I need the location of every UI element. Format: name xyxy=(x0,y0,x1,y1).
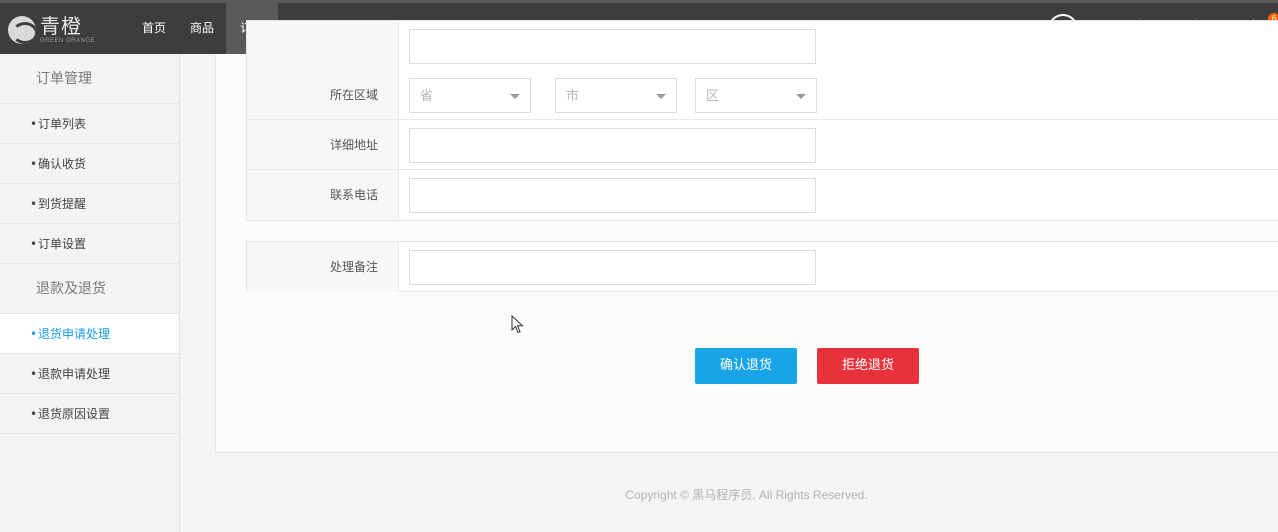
nav-item-home[interactable]: 首页 xyxy=(130,3,178,54)
chevron-down-icon xyxy=(796,94,806,99)
address-input[interactable] xyxy=(409,128,816,163)
logo-en: GREEN ORANGE xyxy=(40,38,96,44)
sidebar-item-return-reasons[interactable]: 退货原因设置 xyxy=(0,394,179,434)
reject-return-button[interactable]: 拒绝退货 xyxy=(817,348,919,384)
form-block-remark: 处理备注 xyxy=(246,241,1278,292)
province-placeholder: 省 xyxy=(420,88,434,103)
form-row-phone: 联系电话 xyxy=(247,170,1278,220)
copyright-text: Copyright © 黑马程序员, All Rights Reserved. xyxy=(625,488,868,502)
sidebar-item-label: 退货申请处理 xyxy=(38,327,111,341)
address-field xyxy=(399,120,1278,169)
sidebar-item-order-list[interactable]: 订单列表 xyxy=(0,104,179,144)
form-row-region: 所在区域 省 市 区 xyxy=(247,70,1278,120)
form-label-partial xyxy=(247,21,399,71)
region-label: 所在区域 xyxy=(247,70,399,119)
sidebar-item-label: 订单设置 xyxy=(38,237,87,251)
sidebar-item-label: 确认收货 xyxy=(38,157,87,171)
sidebar: 订单管理 订单列表 确认收货 到货提醒 订单设置 退款及退货 退货申请处理 退款… xyxy=(0,54,180,532)
form-block-address xyxy=(246,20,1278,71)
sidebar-item-return-requests[interactable]: 退货申请处理 xyxy=(0,314,179,354)
sidebar-item-confirm-receipt[interactable]: 确认收货 xyxy=(0,144,179,184)
region-field: 省 市 区 xyxy=(399,70,1278,119)
remark-input[interactable] xyxy=(409,250,816,285)
sidebar-item-label: 到货提醒 xyxy=(38,197,87,211)
city-select[interactable]: 市 xyxy=(555,78,677,113)
form-row-address: 详细地址 xyxy=(247,120,1278,170)
partial-input[interactable] xyxy=(409,29,816,64)
address-label: 详细地址 xyxy=(247,120,399,169)
form-row-remark: 处理备注 xyxy=(247,242,1278,292)
logo-cn: 青橙 xyxy=(40,14,82,38)
district-placeholder: 区 xyxy=(706,88,720,103)
sidebar-group-order-management[interactable]: 订单管理 xyxy=(0,54,179,104)
nav-item-goods[interactable]: 商品 xyxy=(178,3,226,54)
content-panel: 所在区域 省 市 区 详细地址 联系电话 处理备注 确认退货 拒绝退货 xyxy=(215,20,1278,454)
phone-field xyxy=(399,170,1278,220)
sidebar-group-refund-return[interactable]: 退款及退货 xyxy=(0,264,179,314)
form-row-partial xyxy=(247,21,1278,71)
chevron-down-icon xyxy=(510,94,520,99)
confirm-return-button[interactable]: 确认退货 xyxy=(695,348,797,384)
district-select[interactable]: 区 xyxy=(695,78,817,113)
remark-label: 处理备注 xyxy=(247,242,399,292)
phone-input[interactable] xyxy=(409,178,816,213)
form-block-contact: 所在区域 省 市 区 详细地址 联系电话 xyxy=(246,70,1278,221)
sidebar-item-refund-requests[interactable]: 退款申请处理 xyxy=(0,354,179,394)
form-field-partial xyxy=(399,21,1278,71)
sidebar-item-label: 退货原因设置 xyxy=(38,407,111,421)
chevron-down-icon xyxy=(656,94,666,99)
sidebar-item-order-settings[interactable]: 订单设置 xyxy=(0,224,179,264)
footer: Copyright © 黑马程序员, All Rights Reserved. xyxy=(215,452,1278,532)
sidebar-item-label: 订单列表 xyxy=(38,117,87,131)
sidebar-item-label: 退款申请处理 xyxy=(38,367,111,381)
remark-field xyxy=(399,242,1278,292)
logo[interactable]: 青橙 GREEN ORANGE xyxy=(8,13,95,47)
logo-icon xyxy=(8,16,36,44)
phone-label: 联系电话 xyxy=(247,170,399,220)
city-placeholder: 市 xyxy=(566,88,580,103)
province-select[interactable]: 省 xyxy=(409,78,531,113)
sidebar-item-arrival-reminder[interactable]: 到货提醒 xyxy=(0,184,179,224)
logo-text: 青橙 GREEN ORANGE xyxy=(40,16,95,44)
cursor-arrow-icon xyxy=(511,315,524,334)
